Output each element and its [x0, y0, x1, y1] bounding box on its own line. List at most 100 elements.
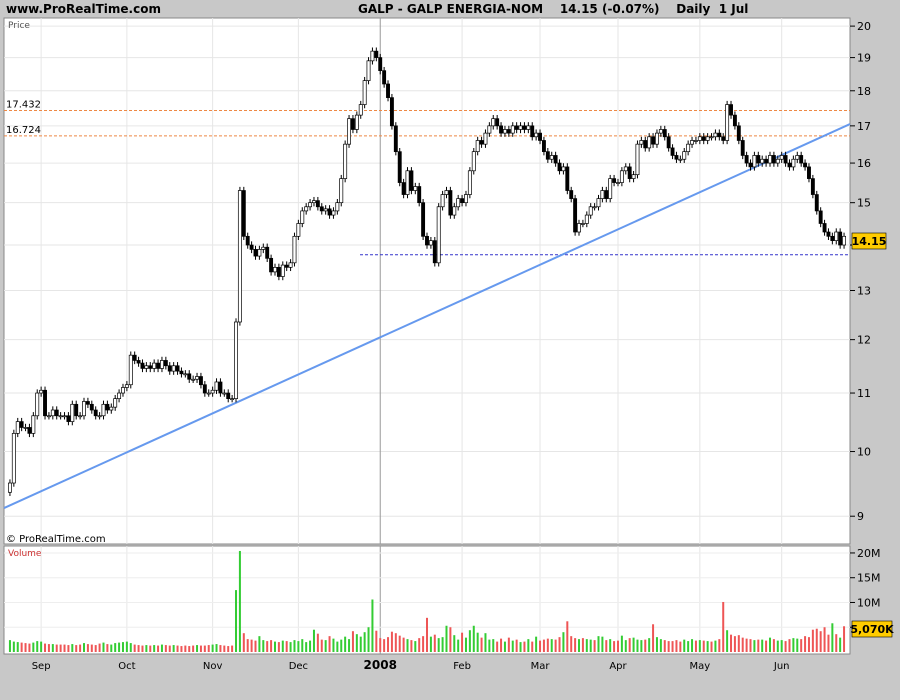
volume-bar — [753, 640, 756, 652]
candle-body — [838, 231, 843, 246]
price-tick-label: 17 — [857, 120, 871, 133]
volume-bar — [394, 633, 397, 652]
x-tick-label: May — [689, 661, 710, 672]
volume-bar — [176, 645, 179, 652]
volume-bar — [390, 631, 393, 652]
volume-bar — [293, 640, 296, 652]
volume-bar — [383, 639, 386, 652]
candle-body — [791, 158, 796, 168]
volume-bar — [500, 638, 503, 652]
volume-bar — [231, 645, 234, 652]
volume-bar — [227, 646, 230, 652]
volume-bar — [235, 590, 238, 652]
volume-bar — [749, 639, 752, 652]
price-tick-label: 18 — [857, 85, 871, 98]
candle-body — [810, 178, 815, 195]
volume-bar — [160, 644, 163, 652]
volume-bar — [242, 633, 245, 652]
volume-bar — [254, 640, 257, 652]
candle-body — [136, 360, 141, 364]
candle-body — [35, 392, 40, 417]
volume-bar — [32, 642, 35, 652]
volume-bar — [476, 632, 479, 652]
volume-bar — [98, 643, 101, 652]
volume-bar — [336, 641, 339, 652]
volume-bar — [121, 642, 124, 652]
volume-bar — [211, 644, 214, 652]
candle-body — [226, 392, 231, 399]
candle-body — [58, 415, 63, 418]
volume-bar — [55, 644, 58, 652]
candle-body — [787, 162, 792, 168]
candle-body — [218, 381, 223, 394]
volume-bar — [63, 644, 66, 652]
volume-bar — [20, 642, 23, 652]
candle-body — [366, 60, 371, 81]
candle-body — [425, 235, 429, 246]
volume-bar — [398, 635, 401, 652]
candle-body — [795, 155, 800, 160]
volume-bar — [426, 617, 428, 652]
candle-body — [350, 118, 355, 130]
volume-bar — [328, 636, 331, 652]
candle-body — [319, 206, 324, 212]
candle-body — [74, 403, 79, 417]
candle-body — [752, 155, 757, 168]
candle-body — [43, 389, 47, 417]
price-tick-label: 15 — [857, 197, 871, 210]
volume-bar — [492, 639, 495, 652]
candle-body — [179, 370, 184, 375]
candle-body — [378, 57, 383, 71]
price-tick-label: 12 — [857, 334, 871, 347]
candle-body — [124, 384, 129, 388]
candle-body — [195, 376, 199, 380]
candle-body — [389, 97, 394, 127]
candle-body — [269, 257, 274, 273]
candle-body — [713, 132, 718, 138]
candle-body — [428, 240, 433, 246]
volume-bar — [289, 642, 292, 652]
volume-bar — [12, 641, 15, 652]
candle-body — [514, 125, 519, 130]
candle-body — [612, 178, 617, 183]
candle-body — [113, 398, 118, 408]
candle-body — [627, 166, 632, 179]
candle-body — [421, 202, 426, 237]
candle-body — [448, 190, 453, 216]
volume-bar — [581, 638, 584, 652]
candle-body — [121, 387, 125, 394]
chart-canvas: 17.43216.724 91011121314151617181920SepO… — [3, 17, 894, 672]
candle-body — [479, 140, 484, 145]
volume-bar — [437, 638, 440, 652]
candle-body — [662, 129, 667, 138]
candle-body — [82, 401, 86, 417]
candle-body — [771, 155, 776, 164]
candle-body — [467, 170, 472, 195]
candle-body — [483, 132, 488, 145]
candle-body — [97, 415, 102, 418]
volume-bar — [687, 641, 690, 652]
volume-bar — [531, 641, 534, 652]
volume-bar — [464, 637, 467, 652]
volume-bar — [667, 641, 670, 652]
candle-body — [503, 129, 507, 134]
volume-bar — [519, 642, 522, 652]
candle-body — [50, 409, 55, 417]
candle-body — [814, 194, 819, 212]
candle-body — [265, 246, 270, 259]
volume-bar — [675, 640, 678, 652]
volume-bar — [266, 641, 269, 652]
volume-bar — [137, 645, 140, 652]
price-tick-label: 13 — [857, 285, 871, 298]
volume-bar — [461, 632, 464, 652]
candle-body — [292, 235, 297, 264]
candle-body — [744, 155, 749, 164]
candle-body — [163, 360, 168, 367]
candle-body — [128, 354, 133, 386]
volume-bar — [694, 640, 697, 652]
candle-body — [117, 392, 122, 399]
candle-body — [315, 200, 320, 208]
candle-body — [105, 403, 110, 411]
volume-bar — [566, 621, 569, 652]
candle-body — [237, 190, 242, 323]
